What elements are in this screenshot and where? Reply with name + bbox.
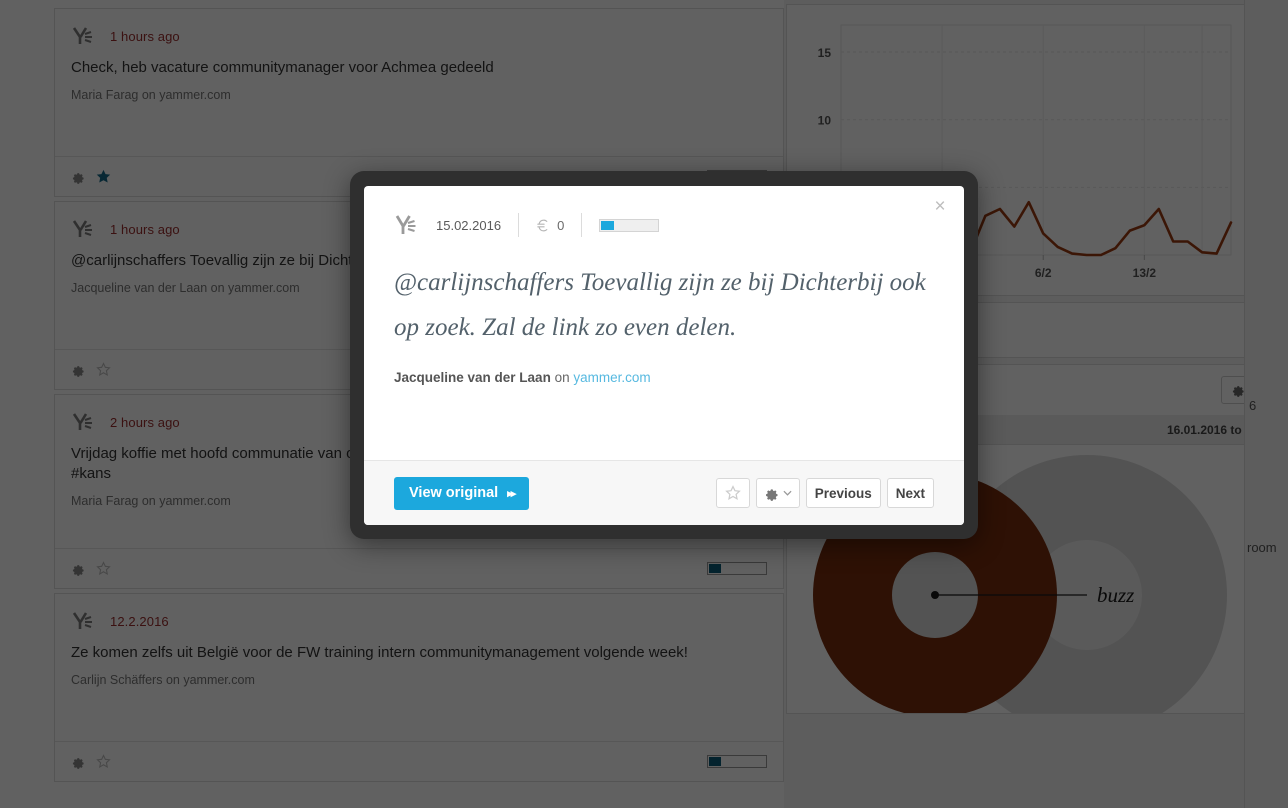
currency-indicator: 0 [536, 218, 564, 233]
author-site-link[interactable]: yammer.com [573, 370, 650, 385]
previous-button[interactable]: Previous [805, 478, 881, 508]
gear-icon [765, 488, 778, 501]
double-chevron-right-icon: ▸▸ [507, 487, 516, 500]
message-author: Jacqueline van der Laan on yammer.com [394, 370, 934, 385]
divider [518, 213, 520, 237]
star-button[interactable] [715, 478, 750, 508]
euro-icon [537, 219, 548, 231]
divider [581, 213, 583, 237]
modal-frame: × 15.02.2016 0 @carlijnschaffers Toevall… [350, 171, 978, 539]
close-icon[interactable]: × [928, 194, 952, 218]
next-button[interactable]: Next [886, 478, 934, 508]
yammer-icon [394, 213, 424, 237]
author-connector: on [554, 370, 570, 385]
modal-progress-bar [599, 218, 660, 232]
modal-header: 15.02.2016 0 [394, 212, 934, 238]
next-label: Next [895, 485, 925, 501]
currency-value: 0 [557, 217, 565, 233]
modal-date: 15.02.2016 [436, 217, 502, 233]
chevron-down-icon [783, 490, 792, 496]
settings-dropdown-button[interactable] [755, 478, 800, 508]
message-detail-modal: × 15.02.2016 0 @carlijnschaffers Toevall… [364, 186, 964, 525]
modal-body: 15.02.2016 0 @carlijnschaffers Toevallig… [364, 186, 964, 460]
star-outline-icon [724, 485, 741, 501]
modal-footer: View original ▸▸ Previous Next [364, 460, 964, 525]
modal-footer-actions: Previous Next [715, 478, 934, 508]
message-text: @carlijnschaffers Toevallig zijn ze bij … [394, 269, 926, 341]
view-original-label: View original [409, 485, 499, 501]
view-original-button[interactable]: View original ▸▸ [394, 476, 530, 510]
author-name: Jacqueline van der Laan [394, 370, 551, 385]
previous-label: Previous [814, 485, 872, 501]
